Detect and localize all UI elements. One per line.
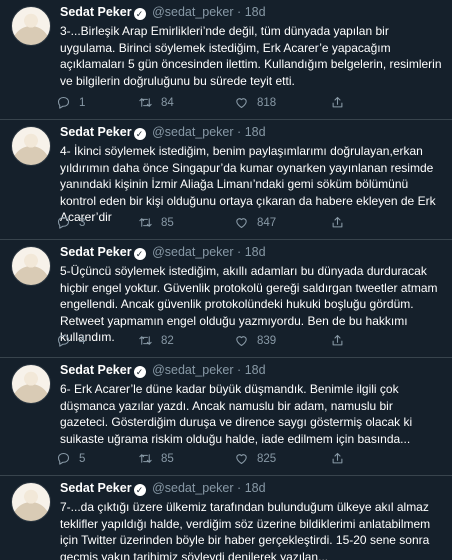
separator-dot: · bbox=[237, 245, 242, 259]
author-handle[interactable]: @sedat_peker bbox=[152, 363, 234, 377]
share-button[interactable] bbox=[330, 95, 345, 110]
author-handle[interactable]: @sedat_peker bbox=[152, 481, 234, 495]
tweet[interactable]: Sedat Peker ✓ @sedat_peker · 18d 7-...da … bbox=[0, 476, 452, 560]
tweet-text: 4- İkinci söylemek istediğim, benim payl… bbox=[60, 144, 436, 224]
tweet-header: Sedat Peker ✓ @sedat_peker · 18d bbox=[60, 244, 440, 261]
like-button[interactable]: 839 bbox=[234, 333, 276, 348]
reply-icon bbox=[57, 216, 70, 229]
separator-dot: · bbox=[237, 363, 242, 377]
like-icon bbox=[236, 336, 247, 347]
verified-icon: ✓ bbox=[133, 366, 146, 378]
tweet[interactable]: Sedat Peker ✓ @sedat_peker · 18d 4- İkinc… bbox=[0, 120, 452, 240]
avatar[interactable] bbox=[11, 126, 51, 166]
author-name[interactable]: Sedat Peker bbox=[60, 245, 132, 259]
retweet-count: 85 bbox=[161, 216, 174, 229]
share-button[interactable] bbox=[330, 451, 345, 466]
reply-button[interactable]: 3 bbox=[56, 215, 85, 230]
share-icon bbox=[332, 452, 343, 464]
tweet-header: Sedat Peker ✓ @sedat_peker · 18d bbox=[60, 124, 440, 141]
author-handle[interactable]: @sedat_peker bbox=[152, 5, 234, 19]
like-icon bbox=[236, 218, 247, 229]
reply-icon bbox=[57, 334, 70, 347]
retweet-icon bbox=[139, 98, 152, 107]
tweet[interactable]: Sedat Peker ✓ @sedat_peker · 18d 6- Erk A… bbox=[0, 358, 452, 476]
tweet-actions: 5 85 825 bbox=[56, 451, 386, 467]
timeline: Sedat Peker ✓ @sedat_peker · 18d 3-...Bir… bbox=[0, 0, 452, 560]
share-icon bbox=[332, 216, 343, 228]
retweet-icon bbox=[139, 454, 152, 463]
tweet-text: 6- Erk Acarer’le düne kadar büyük düşman… bbox=[60, 382, 413, 446]
reply-count: 1 bbox=[79, 96, 86, 109]
retweet-button[interactable]: 84 bbox=[138, 95, 174, 110]
timestamp[interactable]: 18d bbox=[245, 125, 266, 139]
retweet-button[interactable]: 85 bbox=[138, 215, 174, 230]
like-icon bbox=[236, 454, 247, 465]
avatar[interactable] bbox=[11, 6, 51, 46]
separator-dot: · bbox=[237, 125, 242, 139]
author-name[interactable]: Sedat Peker bbox=[60, 363, 132, 377]
tweet[interactable]: Sedat Peker ✓ @sedat_peker · 18d 3-...Bir… bbox=[0, 0, 452, 120]
share-button[interactable] bbox=[330, 333, 345, 348]
like-button[interactable]: 818 bbox=[234, 95, 276, 110]
tweet-text: 7-...da çıktığı üzere ülkemiz tarafından… bbox=[60, 500, 431, 560]
retweet-count: 85 bbox=[161, 452, 174, 465]
avatar[interactable] bbox=[11, 482, 51, 522]
retweet-count: 84 bbox=[161, 96, 174, 109]
retweet-icon bbox=[139, 336, 152, 345]
retweet-icon bbox=[139, 218, 152, 227]
like-button[interactable]: 847 bbox=[234, 215, 276, 230]
author-handle[interactable]: @sedat_peker bbox=[152, 125, 234, 139]
reply-count: 4 bbox=[79, 334, 86, 347]
tweet[interactable]: Sedat Peker ✓ @sedat_peker · 18d 5-Üçüncü… bbox=[0, 240, 452, 358]
timestamp[interactable]: 18d bbox=[245, 245, 266, 259]
reply-count: 5 bbox=[79, 452, 86, 465]
like-button[interactable]: 825 bbox=[234, 451, 276, 466]
author-name[interactable]: Sedat Peker bbox=[60, 481, 132, 495]
reply-icon bbox=[57, 452, 70, 465]
share-icon bbox=[332, 96, 343, 108]
tweet-actions: 1 84 818 bbox=[56, 95, 386, 111]
tweet-header: Sedat Peker ✓ @sedat_peker · 18d bbox=[60, 480, 440, 497]
like-icon bbox=[236, 98, 247, 109]
separator-dot: · bbox=[237, 481, 242, 495]
timestamp[interactable]: 18d bbox=[245, 363, 266, 377]
tweet-actions: 3 85 847 bbox=[56, 215, 386, 231]
reply-icon bbox=[57, 96, 70, 109]
retweet-button[interactable]: 82 bbox=[138, 333, 174, 348]
author-handle[interactable]: @sedat_peker bbox=[152, 245, 234, 259]
timestamp[interactable]: 18d bbox=[245, 481, 266, 495]
verified-icon: ✓ bbox=[133, 128, 146, 140]
reply-button[interactable]: 4 bbox=[56, 333, 85, 348]
share-icon bbox=[332, 334, 343, 346]
tweet-text: 3-...Birleşik Arap Emirlikleri’nde değil… bbox=[60, 24, 442, 88]
timestamp[interactable]: 18d bbox=[245, 5, 266, 19]
like-count: 818 bbox=[257, 96, 277, 109]
verified-icon: ✓ bbox=[133, 8, 146, 20]
separator-dot: · bbox=[237, 5, 242, 19]
tweet-header: Sedat Peker ✓ @sedat_peker · 18d bbox=[60, 4, 440, 21]
tweet-header: Sedat Peker ✓ @sedat_peker · 18d bbox=[60, 362, 440, 379]
share-button[interactable] bbox=[330, 215, 345, 230]
retweet-button[interactable]: 85 bbox=[138, 451, 174, 466]
verified-icon: ✓ bbox=[133, 484, 146, 496]
like-count: 839 bbox=[257, 334, 277, 347]
retweet-count: 82 bbox=[161, 334, 174, 347]
reply-count: 3 bbox=[79, 216, 86, 229]
author-name[interactable]: Sedat Peker bbox=[60, 5, 132, 19]
author-name[interactable]: Sedat Peker bbox=[60, 125, 132, 139]
reply-button[interactable]: 1 bbox=[56, 95, 85, 110]
tweet-actions: 4 82 839 bbox=[56, 333, 386, 349]
like-count: 847 bbox=[257, 216, 277, 229]
like-count: 825 bbox=[257, 452, 277, 465]
reply-button[interactable]: 5 bbox=[56, 451, 85, 466]
avatar[interactable] bbox=[11, 246, 51, 286]
avatar[interactable] bbox=[11, 364, 51, 404]
verified-icon: ✓ bbox=[133, 248, 146, 260]
